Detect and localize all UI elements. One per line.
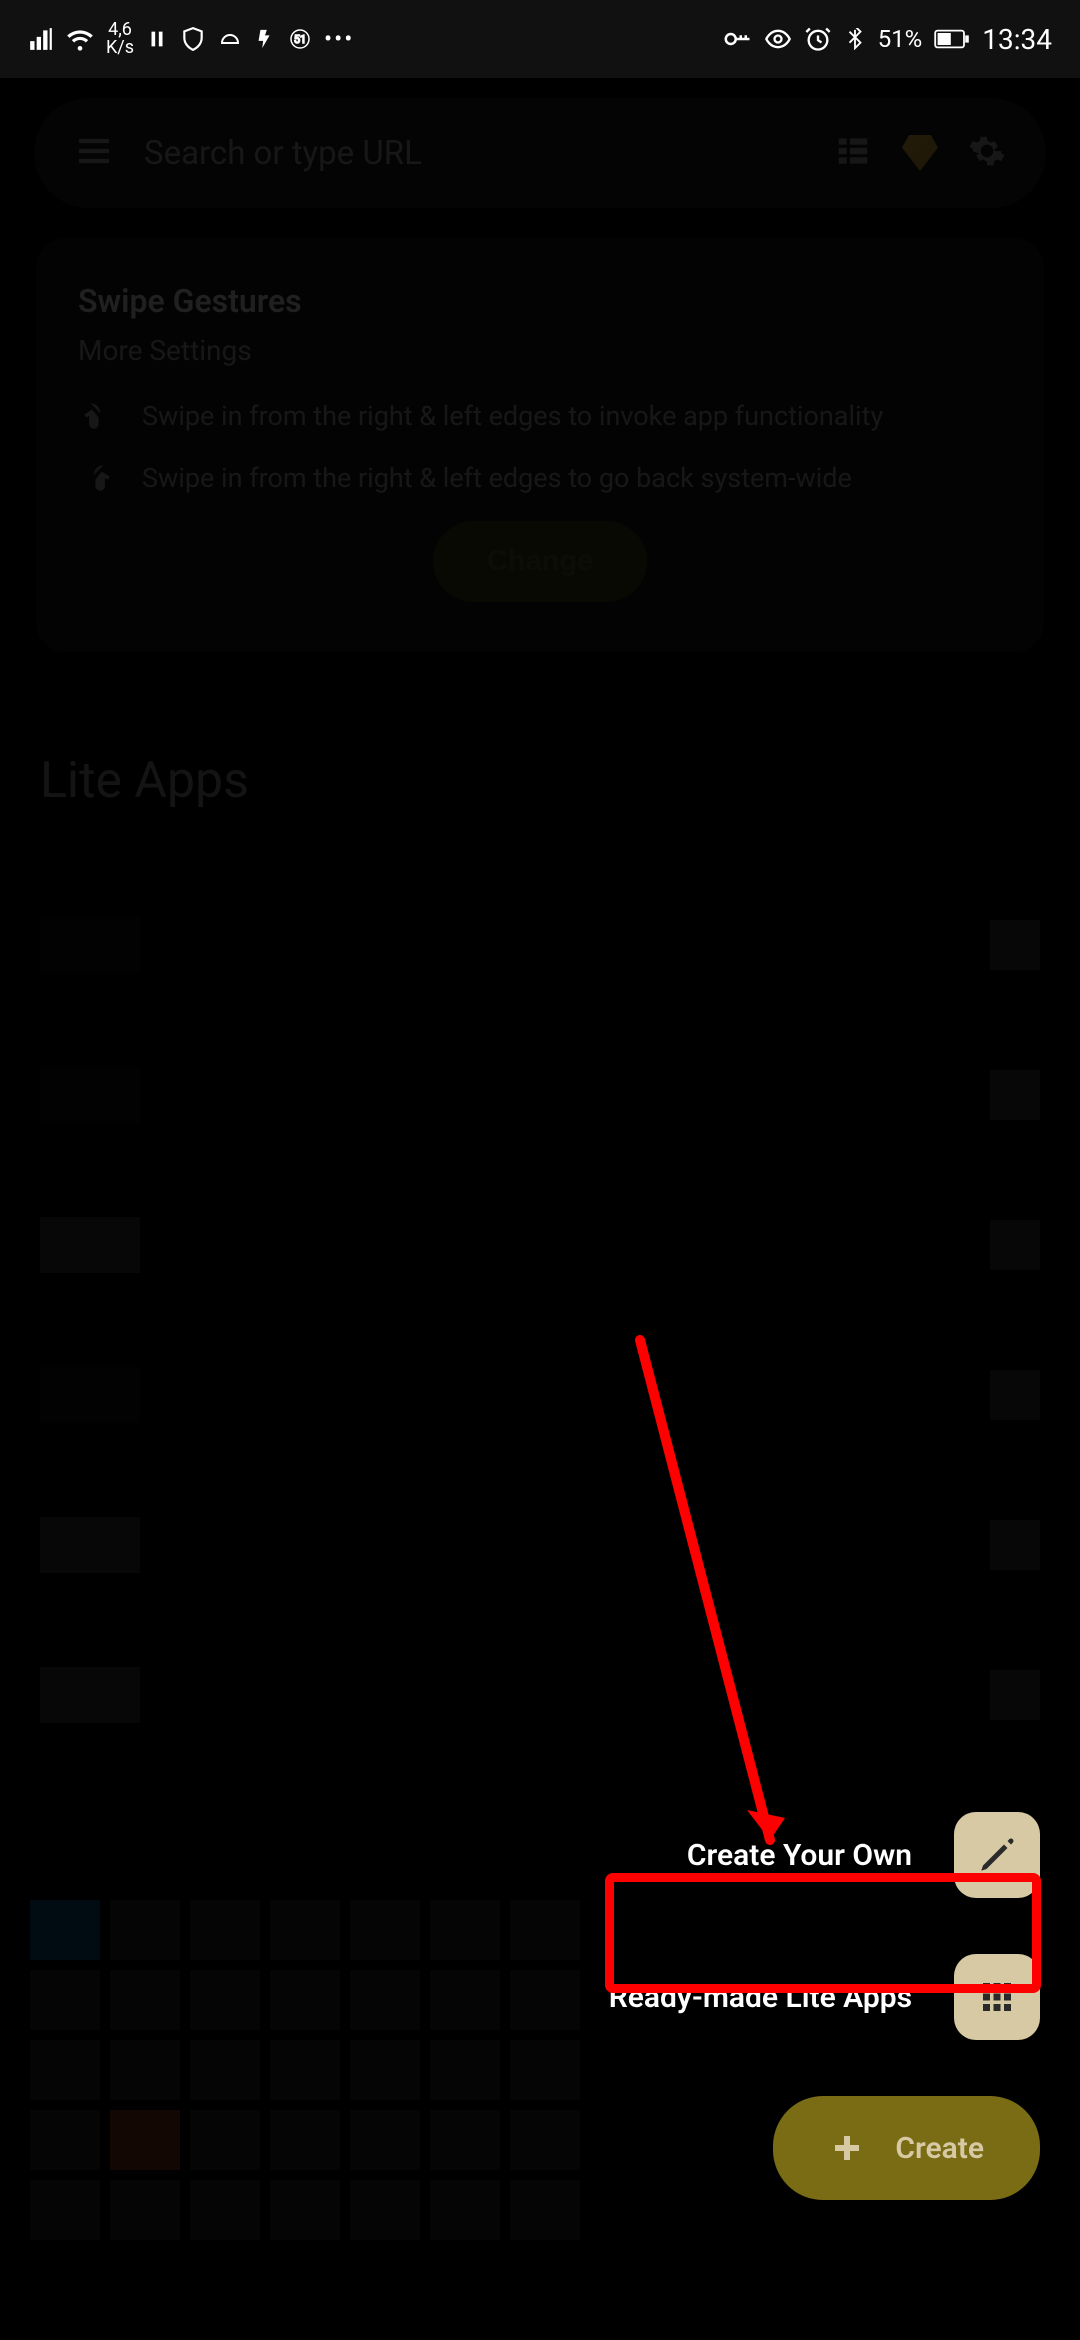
redacted-mosaic bbox=[30, 1900, 580, 2220]
key-icon bbox=[722, 24, 752, 54]
fab-option-ready-made[interactable]: Ready-made Lite Apps bbox=[609, 1954, 1040, 2040]
premium-diamond-icon[interactable] bbox=[902, 135, 938, 171]
search-placeholder: Search or type URL bbox=[144, 134, 804, 173]
eye-icon bbox=[764, 25, 792, 53]
battery-pct: 51% bbox=[878, 25, 923, 53]
half-circle-icon bbox=[218, 27, 242, 51]
card-title: Swipe Gestures bbox=[78, 282, 1002, 320]
fab-menu: Create Your Own Ready-made Lite Apps Cre… bbox=[609, 1812, 1040, 2200]
alarm-icon bbox=[804, 25, 832, 53]
badge-icon: 51 bbox=[288, 27, 312, 51]
svg-text:51: 51 bbox=[294, 33, 306, 46]
apps-grid-icon[interactable] bbox=[954, 1954, 1040, 2040]
clock-time: 13:34 bbox=[982, 23, 1052, 56]
list-view-icon[interactable] bbox=[834, 132, 872, 174]
lite-apps-heading: Lite Apps bbox=[40, 752, 1080, 810]
fab-option-label: Create Your Own bbox=[687, 1838, 912, 1873]
settings-gear-icon[interactable] bbox=[968, 132, 1006, 174]
fab-create-button[interactable]: Create bbox=[773, 2096, 1040, 2200]
gesture-row-2: Swipe in from the right & left edges to … bbox=[142, 462, 852, 494]
pencil-icon[interactable] bbox=[954, 1812, 1040, 1898]
gesture-row-1: Swipe in from the right & left edges to … bbox=[142, 400, 883, 432]
search-bar[interactable]: Search or type URL bbox=[34, 98, 1046, 208]
hamburger-menu-icon[interactable] bbox=[74, 131, 114, 175]
status-bar: 4,6 K/s 51 ••• 51% bbox=[0, 0, 1080, 78]
fab-option-label: Ready-made Lite Apps bbox=[609, 1980, 912, 2015]
list-item[interactable] bbox=[0, 870, 1080, 1020]
bolt-icon bbox=[254, 28, 276, 50]
list-item[interactable] bbox=[0, 1320, 1080, 1470]
more-icon: ••• bbox=[324, 25, 354, 53]
bluetooth-icon bbox=[844, 28, 866, 50]
fab-main-label: Create bbox=[895, 2131, 984, 2166]
fab-option-create-own[interactable]: Create Your Own bbox=[687, 1812, 1040, 1898]
card-subtitle: More Settings bbox=[78, 334, 1002, 367]
swipe-left-icon bbox=[78, 459, 116, 497]
list-item[interactable] bbox=[0, 1620, 1080, 1770]
swipe-gestures-card: Swipe Gestures More Settings Swipe in fr… bbox=[36, 238, 1044, 652]
pause-icon bbox=[146, 28, 168, 50]
list-item[interactable] bbox=[0, 1020, 1080, 1170]
list-item[interactable] bbox=[0, 1170, 1080, 1320]
wifi-icon bbox=[66, 25, 94, 53]
change-button[interactable]: Change bbox=[433, 521, 647, 602]
list-item[interactable] bbox=[0, 1470, 1080, 1620]
plus-icon bbox=[829, 2130, 865, 2166]
shield-icon bbox=[180, 26, 206, 52]
signal-4g-icon bbox=[28, 26, 54, 52]
swipe-right-icon bbox=[78, 397, 116, 435]
battery-icon bbox=[934, 29, 970, 49]
network-speed: 4,6 K/s bbox=[106, 21, 134, 57]
